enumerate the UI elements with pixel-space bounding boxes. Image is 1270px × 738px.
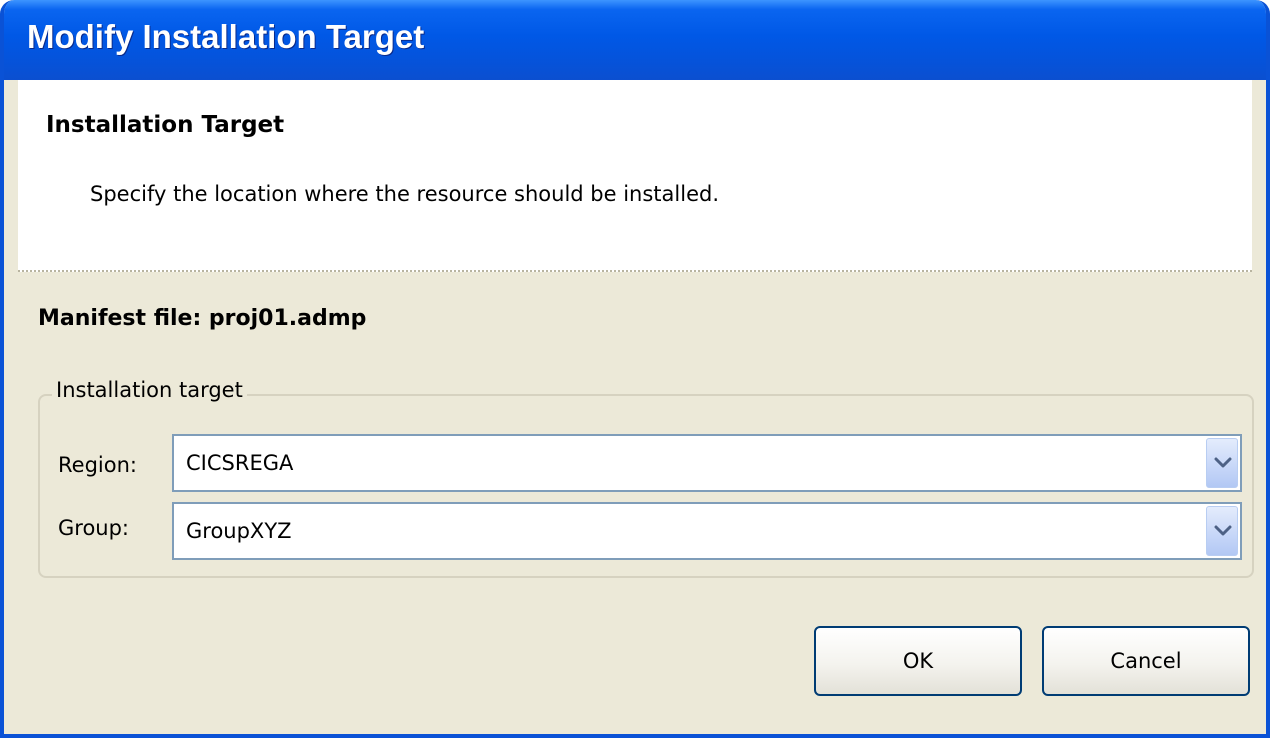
installation-target-group: Installation target Region: CICSREGA Gro… bbox=[38, 378, 1254, 578]
installation-target-legend: Installation target bbox=[52, 378, 247, 402]
region-label: Region: bbox=[58, 453, 137, 477]
cancel-button[interactable]: Cancel bbox=[1042, 626, 1250, 696]
chevron-down-icon bbox=[1214, 525, 1232, 536]
window-title: Modify Installation Target bbox=[27, 18, 425, 55]
header-panel: Installation Target Specify the location… bbox=[18, 80, 1252, 272]
chevron-down-icon bbox=[1214, 457, 1232, 468]
manifest-file-label: Manifest file: proj01.admp bbox=[38, 306, 367, 331]
ok-button[interactable]: OK bbox=[814, 626, 1022, 696]
group-value: GroupXYZ bbox=[186, 519, 292, 543]
group-dropdown[interactable]: GroupXYZ bbox=[172, 502, 1242, 560]
group-label: Group: bbox=[58, 516, 130, 540]
dialog-window: Modify Installation Target Installation … bbox=[0, 0, 1270, 738]
region-dropdown[interactable]: CICSREGA bbox=[172, 434, 1242, 492]
header-description: Specify the location where the resource … bbox=[90, 182, 719, 206]
group-dropdown-button[interactable] bbox=[1206, 506, 1238, 556]
title-bar[interactable]: Modify Installation Target bbox=[4, 0, 1266, 80]
region-dropdown-button[interactable] bbox=[1206, 438, 1238, 488]
header-title: Installation Target bbox=[46, 112, 285, 138]
region-value: CICSREGA bbox=[186, 451, 294, 475]
